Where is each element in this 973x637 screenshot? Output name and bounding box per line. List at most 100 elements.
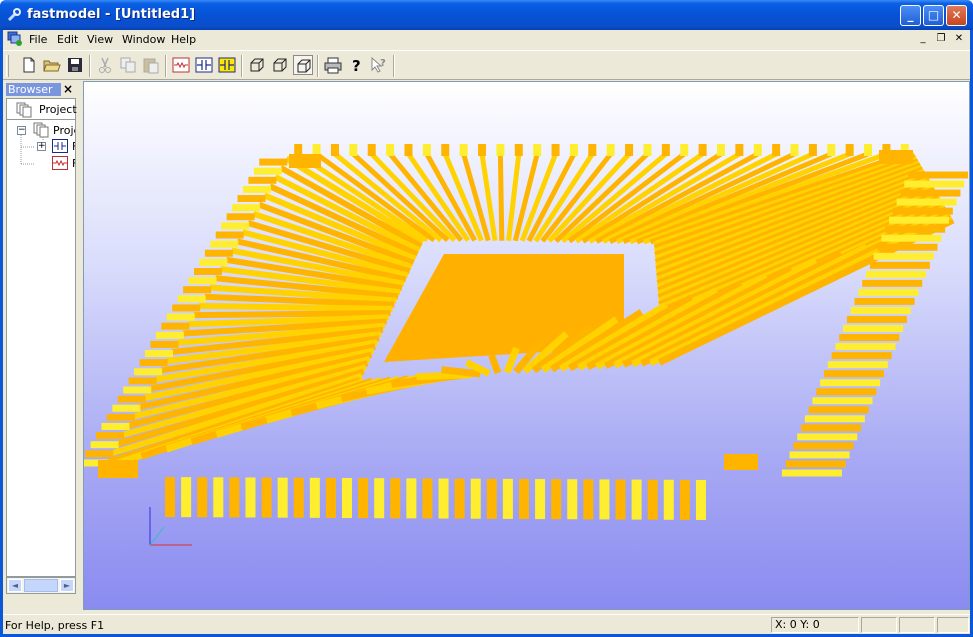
lead-right-tip: [881, 234, 942, 242]
package-leadframe-render: [84, 144, 969, 546]
lead-front-tip: [325, 477, 336, 518]
scroll-right-arrow[interactable]: ►: [60, 579, 74, 592]
lead-left-tip: [112, 404, 141, 412]
lead-left-tip: [237, 195, 266, 203]
maximize-button[interactable]: □: [923, 5, 944, 26]
lead-front-tip: [197, 477, 208, 518]
lead-front-tip: [551, 479, 562, 520]
lead-back-tip: [864, 144, 873, 156]
lead-left-tip: [106, 413, 135, 421]
model-3d-viewport[interactable]: [83, 81, 970, 610]
lead-back-tip: [606, 144, 615, 156]
menu-edit[interactable]: Edit: [57, 33, 78, 46]
paste-icon[interactable]: [141, 55, 161, 75]
lead-right-tip: [866, 270, 927, 278]
lead-back-tip: [533, 144, 542, 156]
lead-back-tip: [680, 144, 689, 156]
svg-text:?: ?: [380, 58, 386, 69]
toolbar-separator: [241, 55, 243, 77]
tree-expand-toggle[interactable]: +: [37, 142, 46, 151]
lead-left-tip: [96, 432, 125, 440]
lead-right-tip: [896, 198, 957, 206]
context-help-icon[interactable]: ?: [369, 55, 389, 75]
tree-item-project[interactable]: Proje: [53, 124, 75, 137]
mdi-close-button[interactable]: ✕: [952, 33, 966, 46]
lead-back-tip: [808, 144, 817, 156]
scroll-left-arrow[interactable]: ◄: [8, 579, 22, 592]
title-bar[interactable]: fastmodel - [Untitled1] _ □ ✕: [0, 0, 973, 30]
lead-left-tip: [90, 441, 119, 449]
box-view-3-icon[interactable]: [293, 55, 313, 75]
box-view-2-icon[interactable]: [270, 55, 290, 75]
print-icon[interactable]: [323, 55, 343, 75]
lead-left: [199, 302, 393, 312]
lead-right-tip: [827, 361, 888, 369]
menu-view[interactable]: View: [87, 33, 113, 46]
lead-right-tip: [900, 189, 961, 197]
lead-right-tip: [823, 370, 884, 378]
help-icon[interactable]: ?: [346, 55, 366, 75]
lead-right-tip: [877, 243, 938, 251]
mdi-restore-button[interactable]: ❐: [934, 33, 948, 46]
lead-right-tip: [854, 297, 915, 305]
svg-text:?: ?: [352, 57, 361, 75]
save-icon[interactable]: [65, 55, 85, 75]
mdi-minimize-button[interactable]: _: [916, 33, 930, 46]
menu-window[interactable]: Window: [122, 33, 165, 46]
lead-back-tip: [441, 144, 450, 156]
application-window: fastmodel - [Untitled1] _ □ ✕ File Edit …: [0, 0, 973, 637]
lead-left-tip: [150, 340, 179, 348]
lead-right-tip: [801, 424, 862, 432]
minimize-button[interactable]: _: [900, 5, 921, 26]
lead-left-tip: [145, 350, 174, 358]
lead-front-tip: [374, 478, 385, 519]
lead-right-tip: [862, 279, 923, 287]
scroll-thumb[interactable]: [24, 579, 58, 592]
project-tree: − Proje + F F: [6, 119, 76, 577]
fastmodel-app-icon: [7, 8, 21, 22]
lead-front-tip: [583, 479, 594, 520]
document-app-icon[interactable]: [7, 31, 23, 47]
tree-item-child-2[interactable]: F: [72, 157, 75, 170]
lead-front-tip: [342, 478, 353, 519]
close-button[interactable]: ✕: [946, 5, 967, 26]
capacitor-view-icon[interactable]: [194, 55, 214, 75]
lead-front-tip: [502, 478, 513, 519]
lead-back-tip: [790, 144, 799, 156]
tree-item-child-1[interactable]: F: [72, 140, 75, 153]
lead-back-tip: [827, 144, 836, 156]
open-folder-icon[interactable]: [42, 55, 62, 75]
browser-close-button[interactable]: ×: [63, 82, 73, 96]
tree-collapse-toggle[interactable]: −: [17, 126, 26, 135]
client-area: File Edit View Window Help _ ❐ ✕ ? ? Bro…: [3, 30, 970, 634]
lead-left-tip: [215, 231, 244, 239]
lead-left-tip: [242, 185, 271, 193]
lead-left-tip: [117, 395, 146, 403]
lead-right-tip: [781, 469, 842, 477]
tab-project[interactable]: Project: [6, 98, 77, 120]
window-title: fastmodel - [Untitled1]: [27, 7, 196, 22]
lead-front-tip: [470, 478, 481, 519]
box-view-1-icon[interactable]: [247, 55, 267, 75]
menu-file[interactable]: File: [29, 33, 47, 46]
lead-left-tip: [221, 222, 250, 230]
browser-horizontal-scrollbar[interactable]: ◄ ►: [6, 577, 76, 594]
lead-back: [497, 153, 505, 241]
resistor-view-icon[interactable]: [171, 55, 191, 75]
lead-right-tip: [831, 352, 892, 360]
copy-icon[interactable]: [118, 55, 138, 75]
toolbar-grip[interactable]: [6, 55, 9, 77]
toolbar-separator: [165, 55, 167, 77]
lead-front: [488, 354, 502, 375]
project-icon: [16, 102, 32, 118]
cut-icon[interactable]: [95, 55, 115, 75]
menu-help[interactable]: Help: [171, 33, 196, 46]
project-root-icon: [33, 122, 49, 138]
lead-back-tip: [643, 144, 652, 156]
lead-left-tip: [199, 258, 228, 266]
corner-tab-back-right: [879, 150, 913, 164]
lead-left-tip: [210, 240, 239, 248]
lead-left-tip: [259, 158, 288, 166]
inductor-view-icon[interactable]: [217, 55, 237, 75]
new-document-icon[interactable]: [19, 55, 39, 75]
